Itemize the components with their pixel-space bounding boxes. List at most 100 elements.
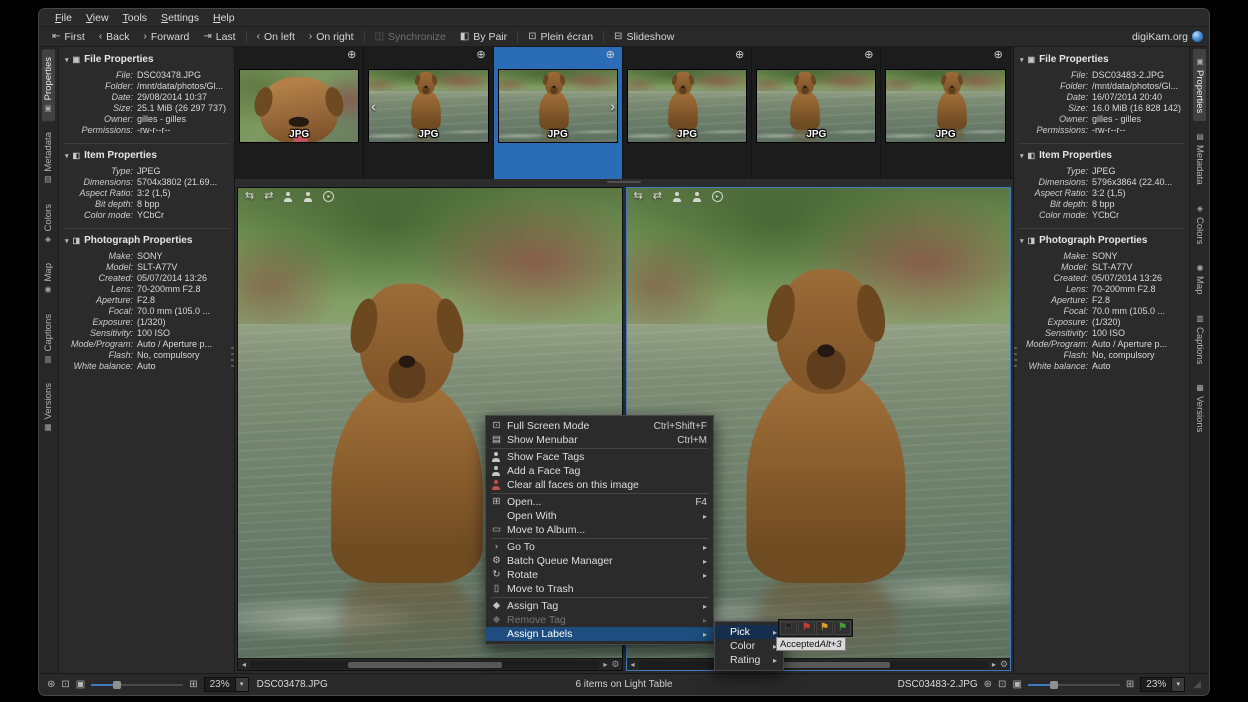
sidebar-tab-metadata[interactable]: Metadata xyxy=(42,124,55,193)
submenu-item-color[interactable]: Color▸ xyxy=(715,639,783,653)
menu-item-move-to-trash[interactable]: Move to Trash xyxy=(486,582,713,596)
toolbar-button-slideshow[interactable]: Slideshow xyxy=(607,28,681,46)
section-header[interactable]: ▾File Properties xyxy=(63,51,230,70)
menu-item-full-screen-mode[interactable]: Full Screen ModeCtrl+Shift+F xyxy=(486,419,713,433)
pan-settings-icon[interactable] xyxy=(611,660,619,669)
left-zoom-combo[interactable]: 23% xyxy=(204,677,249,692)
thumbnail-5[interactable]: JPG xyxy=(752,47,881,179)
sidebar-tab-map[interactable]: Map xyxy=(42,255,55,302)
scroll-right-icon[interactable]: ▸ xyxy=(990,660,998,669)
rejected-flag-button[interactable]: ⚑ xyxy=(798,621,815,635)
sidebar-tab-versions[interactable]: Versions xyxy=(1193,375,1206,440)
scroll-track[interactable] xyxy=(250,661,599,669)
horizontal-scrollbar[interactable]: ◂▸ xyxy=(627,658,1011,670)
menu-item-assign-tag[interactable]: Assign Tag▸ xyxy=(486,599,713,613)
fit-zoom-icon[interactable] xyxy=(189,680,197,690)
menu-item-rotate[interactable]: Rotate▸ xyxy=(486,568,713,582)
toolbar-button-on-left[interactable]: On left xyxy=(250,28,302,46)
scroll-thumb[interactable] xyxy=(348,662,502,668)
dropdown-icon[interactable] xyxy=(1171,678,1184,691)
swap-left-icon[interactable] xyxy=(634,191,643,202)
toolbar-button-first[interactable]: First xyxy=(45,28,92,46)
menu-item-add-a-face-tag[interactable]: Add a Face Tag xyxy=(486,464,713,478)
toolbar-button-by-pair[interactable]: By Pair xyxy=(453,28,514,46)
horizontal-scrollbar[interactable]: ◂▸ xyxy=(238,658,622,670)
fit-window-icon[interactable] xyxy=(61,680,69,690)
next-thumbnail-icon[interactable]: › xyxy=(610,98,615,114)
swap-right-icon[interactable] xyxy=(653,191,662,202)
menu-item-open-with[interactable]: Open With▸ xyxy=(486,509,713,523)
section-header[interactable]: ▾Photograph Properties xyxy=(63,232,230,251)
right-zoom-combo[interactable]: 23% xyxy=(1140,677,1185,692)
no-pick-flag-button[interactable]: ⚑ xyxy=(780,621,797,635)
show-face-tags-icon[interactable] xyxy=(672,192,682,202)
resize-grip[interactable] xyxy=(1193,680,1201,690)
menu-item-clear-all-faces-on-this-image[interactable]: Clear all faces on this image xyxy=(486,478,713,492)
sidebar-tab-captions[interactable]: Captions xyxy=(42,306,55,373)
submenu-item-rating[interactable]: Rating▸ xyxy=(715,653,783,667)
accepted-flag-button[interactable]: ⚑ xyxy=(834,621,851,635)
thumbnail-1[interactable]: JPG xyxy=(235,47,364,179)
menu-item-batch-queue-manager[interactable]: Batch Queue Manager▸ xyxy=(486,554,713,568)
menu-item-move-to-album[interactable]: Move to Album... xyxy=(486,523,713,537)
toolbar-button-forward[interactable]: Forward xyxy=(137,28,197,46)
add-face-tag-icon[interactable] xyxy=(303,192,313,202)
swap-right-icon[interactable] xyxy=(264,191,273,202)
sidebar-tab-properties[interactable]: Properties xyxy=(42,49,55,121)
sidebar-tab-colors[interactable]: Colors xyxy=(42,196,55,252)
section-header[interactable]: ▾Photograph Properties xyxy=(1018,232,1185,251)
show-face-tags-icon[interactable] xyxy=(283,192,293,202)
slider-knob[interactable] xyxy=(1050,681,1058,689)
menu-item-show-face-tags[interactable]: Show Face Tags xyxy=(486,450,713,464)
thumbnail-3[interactable]: ›JPG xyxy=(494,47,623,179)
thumbnail-4[interactable]: JPG xyxy=(623,47,752,179)
thumbnail-2[interactable]: ‹JPG xyxy=(364,47,493,179)
scroll-track[interactable] xyxy=(639,661,988,669)
prev-thumbnail-icon[interactable]: ‹ xyxy=(371,98,376,114)
menu-item-go-to[interactable]: Go To▸ xyxy=(486,540,713,554)
sidebar-tab-properties[interactable]: Properties xyxy=(1193,49,1206,121)
slider-knob[interactable] xyxy=(113,681,121,689)
splitter-handle[interactable] xyxy=(607,181,641,183)
section-header[interactable]: ▾File Properties xyxy=(1018,51,1185,70)
scroll-left-icon[interactable]: ◂ xyxy=(629,660,637,669)
dropdown-icon[interactable] xyxy=(235,678,248,691)
menu-item-view[interactable]: View xyxy=(80,12,115,24)
section-header[interactable]: ▾Item Properties xyxy=(1018,147,1185,166)
swap-left-icon[interactable] xyxy=(245,191,254,202)
menu-item-remove-tag[interactable]: Remove Tag▸ xyxy=(486,613,713,627)
fit-window-icon[interactable] xyxy=(998,680,1006,690)
horizontal-splitter[interactable] xyxy=(235,179,1013,185)
sidebar-tab-captions[interactable]: Captions xyxy=(1193,306,1206,373)
submenu-item-pick[interactable]: Pick▸ xyxy=(715,625,783,639)
play-icon[interactable] xyxy=(712,191,723,202)
menu-item-show-menubar[interactable]: Show MenubarCtrl+M xyxy=(486,433,713,447)
zoom-original-icon[interactable] xyxy=(76,680,85,690)
toolbar-button-synchronize[interactable]: Synchronize xyxy=(368,28,453,46)
menu-item-help[interactable]: Help xyxy=(207,12,241,24)
add-face-tag-icon[interactable] xyxy=(692,192,702,202)
sidebar-tab-versions[interactable]: Versions xyxy=(42,375,55,440)
fit-zoom-icon[interactable] xyxy=(1126,680,1134,690)
right-zoom-slider[interactable] xyxy=(1028,680,1120,689)
toolbar-button-last[interactable]: Last xyxy=(196,28,242,46)
toolbar-button-plein-cran[interactable]: Plein écran xyxy=(521,28,600,46)
menu-item-open[interactable]: Open...F4 xyxy=(486,495,713,509)
scroll-right-icon[interactable]: ▸ xyxy=(601,660,609,669)
section-header[interactable]: ▾Item Properties xyxy=(63,147,230,166)
zoom-settings-icon[interactable] xyxy=(47,680,55,690)
menu-item-tools[interactable]: Tools xyxy=(117,12,154,24)
zoom-original-icon[interactable] xyxy=(1012,680,1021,690)
zoom-settings-icon[interactable] xyxy=(984,680,992,690)
pending-flag-button[interactable]: ⚑ xyxy=(816,621,833,635)
toolbar-button-on-right[interactable]: On right xyxy=(302,28,361,46)
pan-settings-icon[interactable] xyxy=(1000,660,1008,669)
menu-item-file[interactable]: File xyxy=(49,12,78,24)
scroll-left-icon[interactable]: ◂ xyxy=(240,660,248,669)
left-zoom-slider[interactable] xyxy=(91,680,183,689)
menu-item-assign-labels[interactable]: Assign Labels▸ xyxy=(486,627,713,641)
sidebar-tab-metadata[interactable]: Metadata xyxy=(1193,124,1206,193)
toolbar-button-back[interactable]: Back xyxy=(92,28,137,46)
sidebar-tab-map[interactable]: Map xyxy=(1193,255,1206,302)
digikam-logo-icon[interactable] xyxy=(1192,31,1203,42)
